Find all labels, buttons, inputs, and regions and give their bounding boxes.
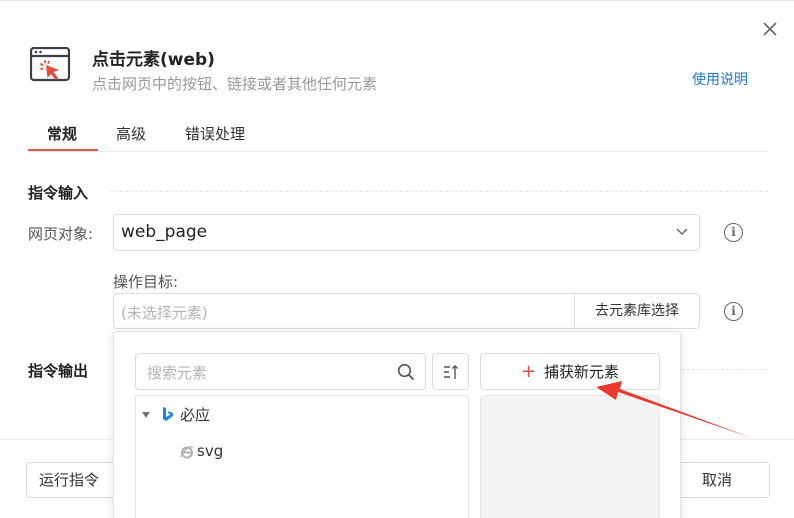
info-icon[interactable]: i [724,302,743,321]
element-tree: 必应 svg [135,395,469,518]
capture-new-element-button[interactable]: + 捕获新元素 [480,353,660,390]
help-link[interactable]: 使用说明 [692,69,748,89]
bing-icon [163,407,173,421]
close-icon[interactable] [760,19,780,39]
section-output-title: 指令输出 [28,362,89,380]
target-placeholder: (未选择元素) [121,304,208,322]
tab-error-handling[interactable]: 错误处理 [185,123,245,144]
sort-button[interactable] [432,353,469,390]
chevron-down-icon [676,228,688,236]
ie-icon [180,446,194,459]
tab-advanced[interactable]: 高级 [116,123,146,144]
caret-down-icon[interactable] [142,412,150,418]
sort-icon [444,365,458,379]
target-element-field[interactable]: (未选择元素) 去元素库选择 [113,293,700,329]
dialog-title: 点击元素(web) [92,50,215,70]
search-input[interactable]: 搜索元素 [135,353,426,390]
section-input-title: 指令输入 [28,184,89,202]
tree-item-svg[interactable]: svg [136,440,468,464]
element-library-button[interactable]: 去元素库选择 [574,294,699,328]
dialog: 点击元素(web) 点击网页中的按钮、链接或者其他任何元素 使用说明 常规 高级… [0,0,794,518]
tree-item-label: svg [197,442,224,460]
section-divider [110,191,768,192]
web-object-value: web_page [121,222,208,242]
capture-label: 捕获新元素 [544,363,620,381]
run-command-button[interactable]: 运行指令 [26,462,126,498]
section-divider [682,369,768,370]
web-object-label: 网页对象: [28,225,94,243]
info-icon[interactable]: i [724,223,743,242]
plus-icon: + [520,361,537,382]
element-picker-popup: 搜索元素 + 捕获新元素 必应 svg [113,331,681,518]
active-tab-indicator [28,149,98,151]
tree-item-label: 必应 [180,406,211,424]
web-object-select[interactable]: web_page [113,214,700,251]
search-placeholder: 搜索元素 [147,364,208,382]
tab-general[interactable]: 常规 [47,123,77,144]
tab-bar: 常规 高级 错误处理 [28,121,768,152]
dialog-subtitle: 点击网页中的按钮、链接或者其他任何元素 [92,75,378,93]
tree-item-bing[interactable]: 必应 [136,402,468,426]
element-preview [480,395,660,518]
target-label: 操作目标: [113,273,179,291]
search-icon[interactable] [397,363,415,381]
cursor-click-icon [29,46,72,83]
